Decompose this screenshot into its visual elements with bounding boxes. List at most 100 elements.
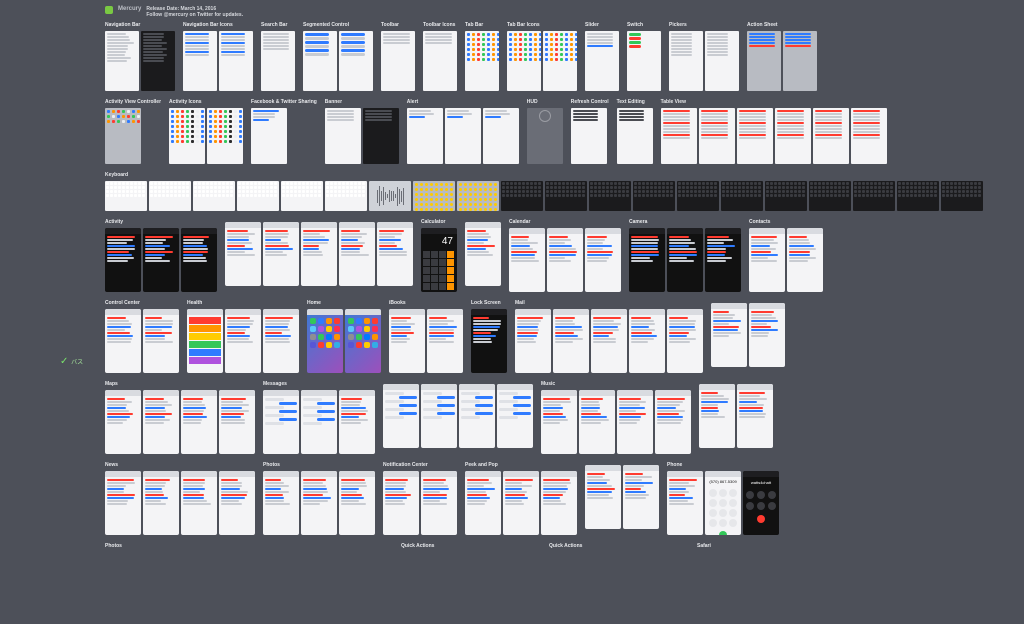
screen-mockup[interactable] — [585, 465, 621, 529]
design-canvas[interactable]: Mercury Release Date: March 14, 2016 Fol… — [105, 6, 1010, 618]
screen-mockup[interactable] — [749, 303, 785, 367]
screen-mockup[interactable] — [465, 471, 501, 535]
screen-mockup[interactable] — [667, 471, 703, 535]
keyboard-tile[interactable] — [633, 181, 675, 211]
component-tile[interactable] — [169, 108, 205, 164]
screen-mockup[interactable] — [515, 309, 551, 373]
screen-mockup[interactable] — [263, 390, 299, 454]
screen-mockup[interactable]: 47 — [421, 228, 457, 292]
component-tile[interactable] — [325, 108, 361, 164]
component-tile[interactable] — [543, 31, 577, 91]
screen-mockup[interactable] — [263, 471, 299, 535]
screen-mockup[interactable] — [509, 228, 545, 292]
screen-mockup[interactable] — [187, 309, 223, 373]
keyboard-tile[interactable] — [589, 181, 631, 211]
screen-mockup[interactable] — [617, 390, 653, 454]
keyboard-tile[interactable] — [853, 181, 895, 211]
keyboard-tile[interactable] — [765, 181, 807, 211]
component-tile[interactable] — [407, 108, 443, 164]
screen-mockup[interactable] — [143, 228, 179, 292]
keyboard-tile[interactable] — [413, 181, 455, 211]
screen-mockup[interactable] — [345, 309, 381, 373]
screen-mockup[interactable] — [307, 309, 343, 373]
keyboard-tile[interactable] — [897, 181, 939, 211]
screen-mockup[interactable] — [497, 384, 533, 448]
component-tile[interactable] — [183, 31, 217, 91]
keyboard-tile[interactable] — [545, 181, 587, 211]
component-tile[interactable] — [699, 108, 735, 164]
screen-mockup[interactable] — [585, 228, 621, 292]
screen-mockup[interactable] — [219, 471, 255, 535]
screen-mockup[interactable] — [105, 471, 141, 535]
screen-mockup[interactable] — [301, 222, 337, 286]
screen-mockup[interactable] — [219, 390, 255, 454]
component-tile[interactable] — [381, 31, 415, 91]
keyboard-tile[interactable] — [193, 181, 235, 211]
component-tile[interactable] — [483, 108, 519, 164]
keyboard-tile[interactable] — [105, 181, 147, 211]
screen-mockup[interactable] — [667, 228, 703, 292]
component-tile[interactable] — [339, 31, 373, 91]
component-tile[interactable] — [669, 31, 703, 91]
component-tile[interactable] — [105, 31, 139, 91]
keyboard-tile[interactable] — [237, 181, 279, 211]
component-tile[interactable] — [465, 31, 499, 91]
component-tile[interactable] — [617, 108, 653, 164]
component-tile[interactable] — [105, 108, 141, 164]
component-tile[interactable] — [705, 31, 739, 91]
component-tile[interactable] — [571, 108, 607, 164]
screen-mockup[interactable] — [143, 390, 179, 454]
screen-mockup[interactable] — [339, 222, 375, 286]
screen-mockup[interactable] — [427, 309, 463, 373]
component-tile[interactable] — [507, 31, 541, 91]
keyboard-tile[interactable] — [369, 181, 411, 211]
screen-mockup[interactable] — [301, 390, 337, 454]
screen-mockup[interactable] — [143, 471, 179, 535]
screen-mockup[interactable] — [579, 390, 615, 454]
screen-mockup[interactable] — [553, 309, 589, 373]
component-tile[interactable] — [445, 108, 481, 164]
screen-mockup[interactable] — [541, 471, 577, 535]
component-tile[interactable] — [661, 108, 697, 164]
screen-mockup[interactable] — [105, 390, 141, 454]
keyboard-tile[interactable] — [721, 181, 763, 211]
screen-mockup[interactable] — [591, 309, 627, 373]
keyboard-tile[interactable] — [325, 181, 367, 211]
screen-mockup[interactable]: (570) 867-5309 — [705, 471, 741, 535]
screen-mockup[interactable] — [389, 309, 425, 373]
screen-mockup[interactable] — [225, 309, 261, 373]
component-tile[interactable] — [783, 31, 817, 91]
screen-mockup[interactable] — [705, 228, 741, 292]
component-tile[interactable] — [737, 108, 773, 164]
screen-mockup[interactable] — [623, 465, 659, 529]
keyboard-tile[interactable] — [501, 181, 543, 211]
screen-mockup[interactable] — [383, 384, 419, 448]
screen-mockup[interactable] — [105, 309, 141, 373]
keyboard-tile[interactable] — [457, 181, 499, 211]
component-tile[interactable] — [219, 31, 253, 91]
screen-mockup[interactable] — [749, 228, 785, 292]
screen-mockup[interactable] — [459, 384, 495, 448]
component-tile[interactable] — [585, 31, 619, 91]
screen-mockup[interactable] — [377, 222, 413, 286]
screen-mockup[interactable] — [787, 228, 823, 292]
component-tile[interactable] — [303, 31, 337, 91]
screen-mockup[interactable] — [225, 222, 261, 286]
screen-mockup[interactable] — [503, 471, 539, 535]
screen-mockup[interactable] — [421, 384, 457, 448]
screen-mockup[interactable] — [699, 384, 735, 448]
screen-mockup[interactable] — [301, 471, 337, 535]
screen-mockup[interactable] — [465, 222, 501, 286]
component-tile[interactable] — [627, 31, 661, 91]
component-tile[interactable] — [251, 108, 287, 164]
screen-mockup[interactable] — [667, 309, 703, 373]
screen-mockup[interactable] — [105, 228, 141, 292]
component-tile[interactable] — [747, 31, 781, 91]
screen-mockup[interactable] — [181, 228, 217, 292]
screen-mockup[interactable] — [263, 309, 299, 373]
component-tile[interactable] — [813, 108, 849, 164]
screen-mockup[interactable] — [181, 390, 217, 454]
screen-mockup[interactable] — [547, 228, 583, 292]
component-tile[interactable] — [527, 108, 563, 164]
keyboard-tile[interactable] — [149, 181, 191, 211]
